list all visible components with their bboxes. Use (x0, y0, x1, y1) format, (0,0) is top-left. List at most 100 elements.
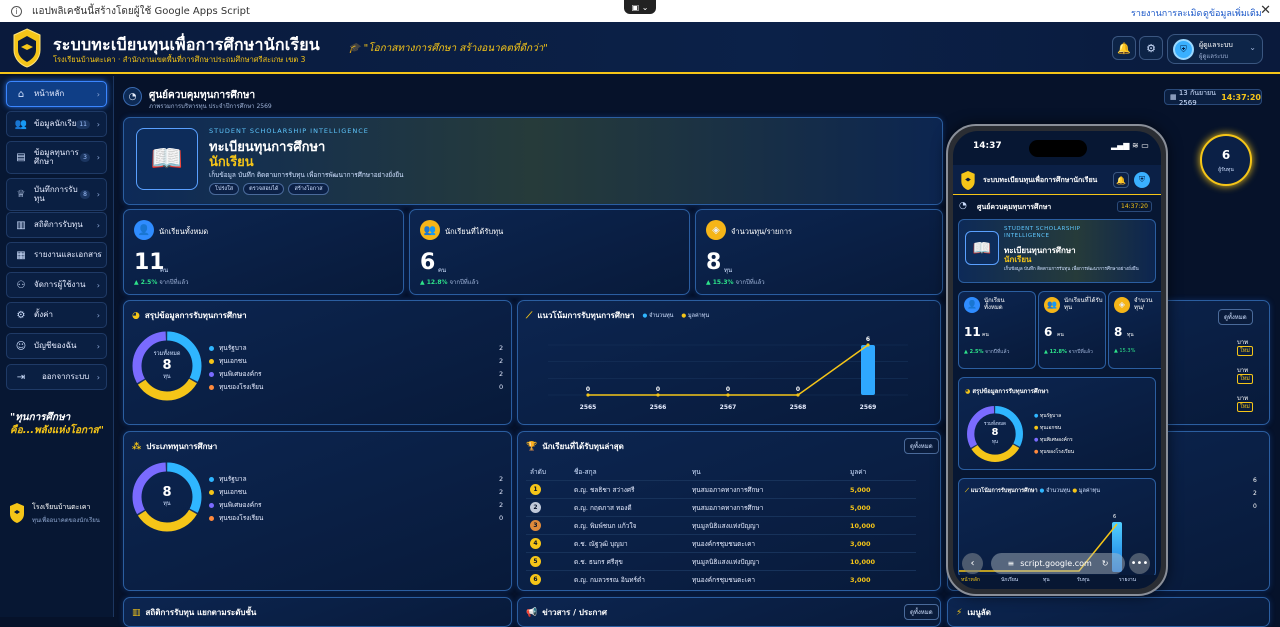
pill-transparent: โปร่งใส (209, 183, 240, 195)
sidebar-item-scholarships[interactable]: ▤ ข้อมูลทุนการศึกษา 3 › (6, 141, 107, 174)
stat-value: 11 (964, 325, 981, 339)
settings-button[interactable]: ⚙ (1139, 36, 1163, 60)
close-icon[interactable]: ✕ (1260, 3, 1271, 18)
bottom-nav-records[interactable]: รับทุน (1077, 576, 1090, 584)
bottom-nav-home[interactable]: หน้าหลัก (961, 576, 980, 584)
hero-description: เก็บข้อมูล บันทึก ติดตามการรับทุน เพื่อก… (209, 171, 404, 179)
donut-center: รวมทั้งหมด 8 ทุน (140, 350, 194, 381)
more-button[interactable]: ••• (1129, 553, 1150, 574)
cell-fund: ทุนองค์กรชุมชนตะเคา (688, 534, 846, 553)
donut-center-unit: ทุน (991, 440, 999, 445)
legend-dot (209, 358, 214, 364)
legend-dot (209, 345, 214, 351)
bell-icon[interactable]: 🔔 (1113, 172, 1129, 188)
types-card: ⁂ ประเภททุนการศึกษา 8 ทุน ทุนรัฐบาล 2 ทุนเ… (123, 431, 512, 591)
user-menu[interactable]: ⛨ ผู้ดูแลระบบ ผู้ดูแลระบบ ⌄ (1167, 34, 1263, 64)
legend-organization: ● ทุนพิเศษองค์กร (1034, 436, 1073, 444)
table-row[interactable]: 2 ด.ญ. กฤตภาส ทองดี ทุนสมอภาคทางการศึกษา 5,… (526, 498, 916, 517)
summary-title: ◕ สรุปข้อมูลการรับทุนการศึกษา (132, 309, 247, 322)
legend-name: ทุนรัฐบาล (1039, 413, 1062, 419)
legend-value: 2 (499, 344, 504, 352)
cell-name: ด.ญ. กฤตภาส ทองดี (570, 498, 688, 517)
table-row[interactable]: 3 ด.ญ. พิมพ์ชนก แก้วใจ ทุนมูลนิธิแสงแห่งปั… (526, 516, 916, 535)
url-bar[interactable]: ≡ script.google.com ↻ (991, 553, 1125, 574)
bottom-nav-students[interactable]: นักเรียน (1001, 576, 1018, 584)
dashboard-icon: ◔ (123, 87, 142, 106)
sidebar-school: โรงเรียนบ้านตะเคา ทุนเพื่ออนาคตของนักเรี… (10, 502, 100, 525)
table-header-row: ลำดับ ชื่อ-สกุล ทุน มูลค่า (526, 464, 916, 481)
legend-government: ทุนรัฐบาล 2 (209, 343, 503, 353)
sidebar-item-statistics[interactable]: ▥ สถิติการรับทุน › (6, 212, 107, 238)
view-all-button[interactable]: ดูทั้งหมด (904, 604, 939, 620)
sidebar-item-users[interactable]: ⚇ จัดการผู้ใช้งาน › (6, 272, 107, 298)
bottom-nav-funds[interactable]: ทุน (1043, 576, 1050, 584)
legend-name: ทุนรัฐบาล (219, 475, 247, 483)
extension-icon[interactable]: ▣ ⌄ (624, 0, 656, 14)
donut-center: รวมทั้งหมด 8 ทุน (971, 420, 1019, 445)
chevron-down-icon: ⌄ (1249, 43, 1256, 52)
chevron-right-icon: › (96, 372, 100, 382)
phone-preview: 14:37 ▂▄▆ ≋ ▭ ระบบทะเบียนทุนเพื่อการศึกษ… (946, 124, 1168, 596)
change-value: ▲ 15.3% (706, 279, 734, 286)
table-row[interactable]: 4 ด.ช. ณัฐวุฒิ บุญมา ทุนองค์กรชุมชนตะเคา 3,… (526, 534, 916, 553)
legend-name: ทุนพิเศษองค์กร (219, 370, 262, 378)
view-all-button[interactable]: ดูทั้งหมด (1218, 309, 1253, 325)
table-row[interactable]: 1 ด.ญ. ชลธิชา สว่างศรี ทุนสมอภาคทางการศึกษ… (526, 480, 916, 499)
sidebar-item-account[interactable]: ☺ บัญชีของฉัน › (6, 333, 107, 359)
legend-name: ทุนเอกชน (1039, 425, 1062, 431)
sidebar-item-reports[interactable]: ▦ รายงานและเอกสาร › (6, 242, 107, 268)
view-all-button[interactable]: ดูทั้งหมด (904, 438, 939, 454)
avatar[interactable]: ⛨ (1134, 172, 1150, 188)
back-button[interactable]: ‹ (962, 553, 983, 574)
table-row[interactable]: 6 ด.ญ. กมลวรรณ อินทร์ดำ ทุนองค์กรชุมชนตะเค… (526, 570, 916, 589)
latest-recipients-card: 🏆 นักเรียนที่ได้รับทุนล่าสุด ดูทั้งหมด ลำ… (517, 431, 941, 591)
stat-label: นักเรียนที่ได้รับทุน (1064, 297, 1103, 312)
x-tick-label: 2567 (720, 404, 737, 411)
sidebar-item-students[interactable]: 👥 ข้อมูลนักเรียน 11 › (6, 111, 107, 137)
data-label: 6 (866, 336, 870, 343)
grade-stats-title: ▥ สถิติการรับทุน แยกตามระดับชั้น (132, 606, 256, 619)
sidebar-item-records[interactable]: ♕ บันทึกการรับทุน 8 › (6, 178, 107, 211)
cell-name: ด.ญ. กมลวรรณ อินทร์ดำ (570, 570, 688, 589)
table-row[interactable]: 5 ด.ช. ธนกร ศรีสุข ทุนมูลนิธิแสงแห่งปัญญา 1… (526, 552, 916, 571)
report-abuse-link[interactable]: รายงานการละเมิด (1131, 6, 1202, 20)
stat-unit: ทุน (724, 267, 733, 274)
sidebar-item-settings[interactable]: ⚙ ตั้งค่า › (6, 302, 107, 328)
phone-clock: 14:37 (973, 141, 1002, 151)
cell-fund: ทุนองค์กรชุมชนตะเคา (688, 570, 846, 589)
notification-button[interactable]: 🔔 (1112, 36, 1136, 60)
pie-icon: ◕ (132, 310, 140, 321)
legend-organization: ทุนพิเศษองค์กร 2 (209, 500, 503, 510)
stat-change: ▲ 12.8% จากปีที่แล้ว (1044, 348, 1093, 356)
cell-no: 4 (526, 534, 570, 553)
bottom-nav-reports[interactable]: รายงาน (1119, 576, 1136, 584)
stack-icon: ◈ (1114, 297, 1130, 313)
x-tick-label: 2565 (580, 404, 597, 411)
legend-dot (209, 515, 214, 521)
new-badge: ใหม่ (1237, 374, 1253, 384)
cell-name: ด.ญ. พิมพ์ชนก แก้วใจ (570, 516, 688, 535)
shortcut-menu-card: ⚡ เมนูลัด (947, 597, 1270, 627)
sidebar-item-logout[interactable]: ⇥ ออกจากระบบ › (6, 364, 107, 390)
x-tick-label: 2566 (650, 404, 667, 411)
sidebar-item-home[interactable]: ⌂ หน้าหลัก › (6, 81, 107, 107)
legend-name: ทุนของโรงเรียน (219, 514, 264, 522)
pill-opportunity: สร้างโอกาส (288, 183, 329, 195)
donut-center-label: รวมทั้งหมด (153, 351, 181, 357)
x-tick-label: 2568 (790, 404, 807, 411)
legend-name: ทุนเอกชน (219, 357, 247, 365)
phone-hero-tag: STUDENT SCHOLARSHIP INTELLIGENCE (1004, 226, 1081, 240)
user-role: ผู้ดูแลระบบ (1199, 53, 1229, 60)
chevron-right-icon: › (96, 341, 100, 351)
donut-center: 8 ทุน (140, 485, 194, 508)
legend-value: 0 (499, 514, 504, 522)
learn-more-link[interactable]: ดูข้อมูลเพิ่มเติม (1203, 6, 1262, 20)
sidebar-item-label: บันทึกการรับทุน (34, 184, 78, 203)
sidebar-item-label: ข้อมูลทุนการศึกษา (34, 147, 79, 166)
graduation-cap-icon: 🎓 (348, 43, 364, 54)
megaphone-icon: 📢 (526, 607, 538, 618)
banner-notice: แอปพลิเคชันนี้สร้างโดยผู้ใช้ Google Apps… (32, 5, 250, 17)
stat-change: ▲ 2.5% จากปีที่แล้ว (134, 277, 188, 287)
shield-logo-icon (13, 28, 41, 68)
ring-value: 6 (1221, 148, 1231, 162)
